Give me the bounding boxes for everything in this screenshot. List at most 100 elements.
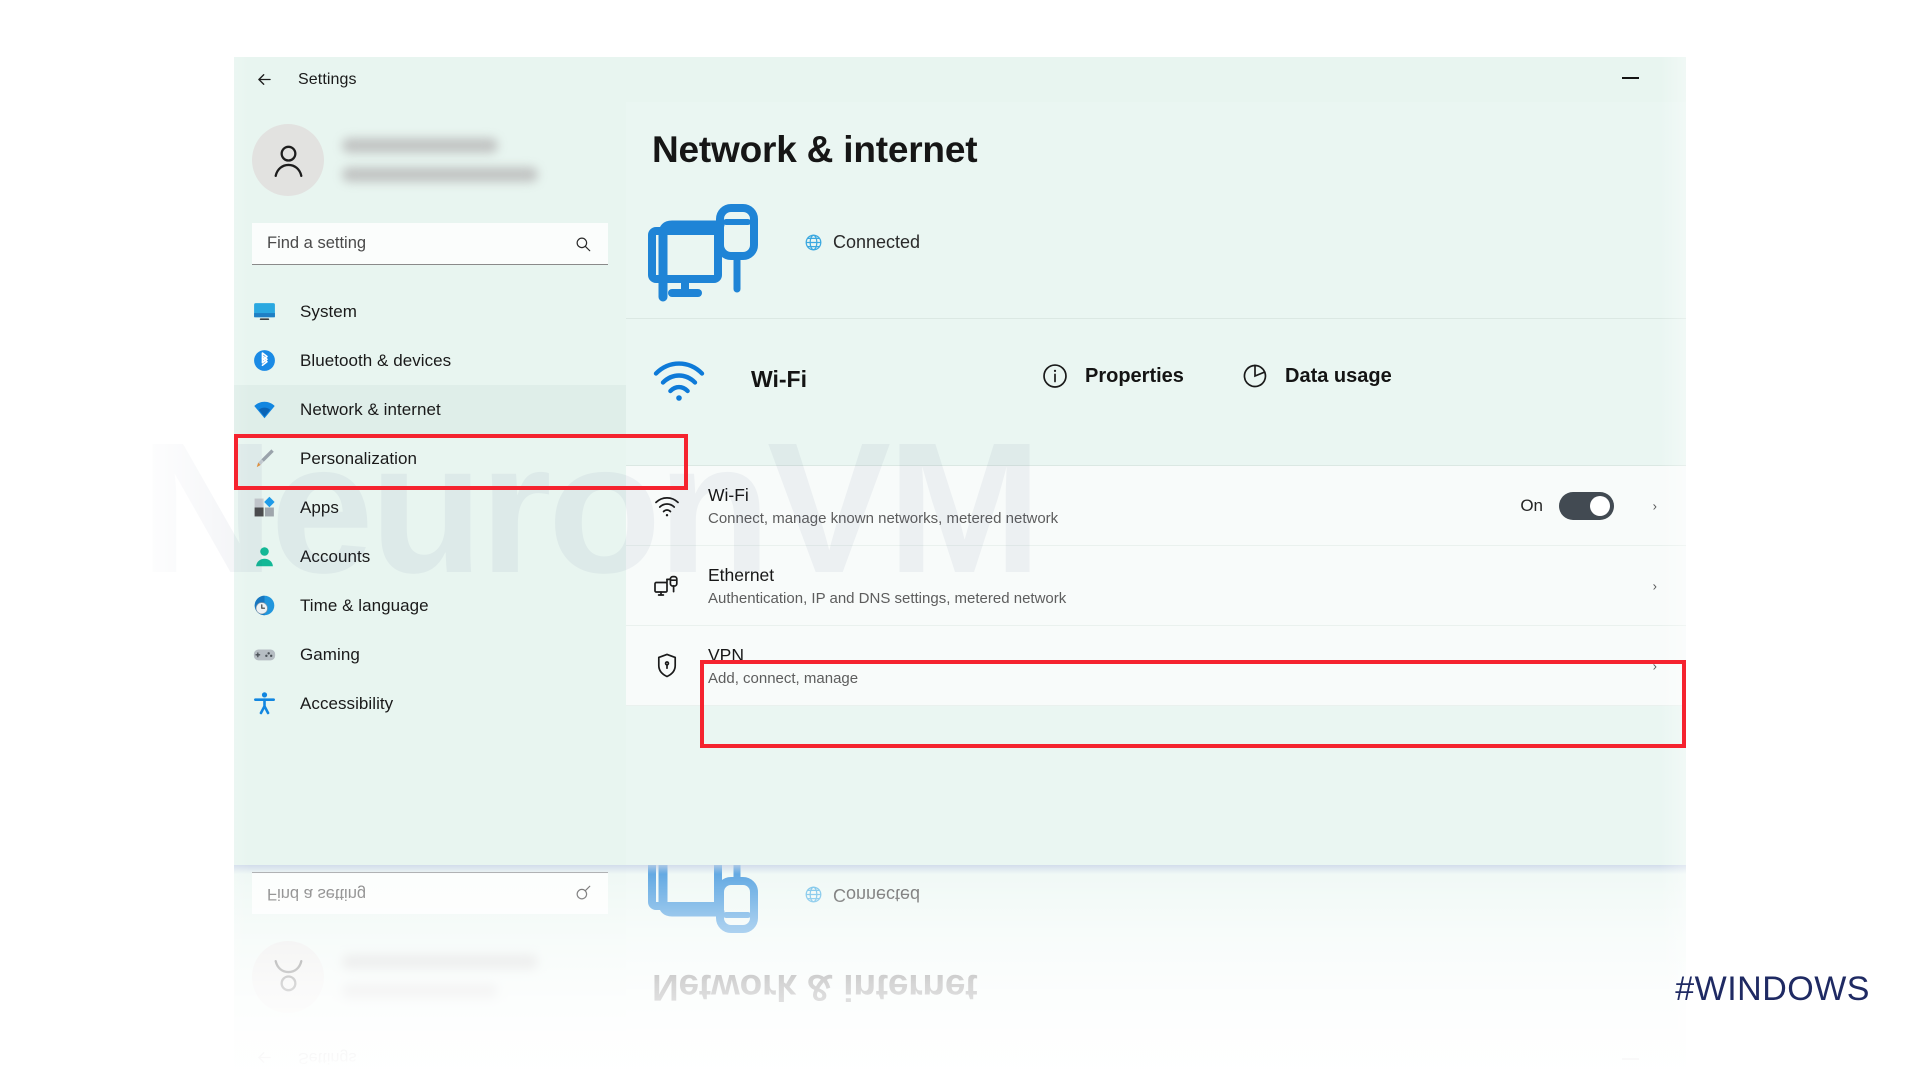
page-title: Network & internet (652, 967, 978, 1008)
gamepad-icon (252, 642, 277, 667)
chevron-right-icon[interactable]: › (1653, 658, 1658, 673)
hashtag-label: #WINDOWS (1675, 970, 1870, 1008)
paintbrush-icon (252, 446, 277, 471)
connection-status-text: Connected (833, 885, 921, 905)
minimize-button[interactable] (1616, 71, 1644, 85)
settings-card-text: Ethernet Authentication, IP and DNS setti… (708, 565, 1066, 607)
sidebar-nav-list: System Bluetooth & devices Network & inter… (234, 287, 626, 728)
search-input[interactable]: Find a setting (252, 223, 608, 265)
window-titlebar: Settings (234, 1035, 1686, 1080)
settings-card-text: Wi-Fi Connect, manage known networks, met… (708, 485, 1058, 527)
settings-content: Network & internet (626, 102, 1686, 865)
quick-action-data-usage[interactable]: Data usage (1241, 362, 1392, 390)
shield-vpn-icon (652, 651, 682, 681)
ethernet-port-icon (652, 571, 682, 601)
settings-sidebar: Find a setting System Bluetooth & devices… (234, 102, 626, 865)
quick-action-properties-label: Properties (1085, 364, 1184, 387)
connection-status: Connected (804, 884, 920, 905)
sidebar-item-accessibility[interactable]: Accessibility (234, 679, 626, 728)
toggle-state-label: On (1520, 495, 1543, 515)
window-reflection-copy: Settings Find a setting Network & intern… (234, 865, 1686, 1080)
sidebar-item-label: Bluetooth & devices (300, 350, 452, 370)
sidebar-item-gaming[interactable]: Gaming (234, 630, 626, 679)
apps-grid-icon (252, 495, 277, 520)
sidebar-item-label: Network & internet (300, 399, 441, 419)
chevron-right-icon[interactable]: › (1653, 498, 1658, 513)
sidebar-item-label: Personalization (300, 448, 417, 468)
window-title: Settings (298, 1049, 357, 1067)
shield-vpn-icon (652, 651, 682, 681)
search-placeholder: Find a setting (267, 234, 367, 252)
settings-card-controls: On (1520, 491, 1614, 520)
wifi-small-icon (652, 491, 682, 521)
wifi-small-icon (652, 491, 682, 521)
globe-icon (804, 233, 823, 252)
search-icon (574, 235, 592, 253)
sidebar-item-label: Accounts (300, 546, 371, 566)
settings-card-wi-fi[interactable]: Wi-Fi Connect, manage known networks, met… (626, 466, 1686, 546)
minimize-button (1616, 1052, 1644, 1066)
network-hero: Connected (626, 865, 1686, 960)
settings-card-title: VPN (708, 644, 744, 665)
search-icon (574, 885, 592, 903)
person-avatar-icon (252, 124, 324, 196)
sidebar-item-label: Gaming (300, 644, 360, 664)
sidebar-item-network-internet[interactable]: Network & internet (234, 385, 626, 434)
wifi-signal-icon (652, 356, 706, 402)
bluetooth-icon (252, 348, 277, 373)
account-section[interactable] (234, 102, 626, 196)
settings-card-text: VPN Add, connect, manage (708, 645, 858, 687)
quick-action-wifi-label: Wi-Fi (751, 365, 807, 392)
connection-status-text: Connected (833, 232, 921, 252)
settings-card-ethernet[interactable]: Ethernet Authentication, IP and DNS setti… (626, 546, 1686, 626)
sidebar-item-label: Accessibility (300, 693, 394, 713)
sidebar-item-bluetooth-devices[interactable]: Bluetooth & devices (234, 336, 626, 385)
accessibility-icon (252, 691, 277, 716)
connection-status: Connected (804, 232, 920, 253)
settings-card-description: Connect, manage known networks, metered … (708, 509, 1059, 527)
sidebar-item-system[interactable]: System (234, 287, 626, 336)
settings-card-description: Add, connect, manage (708, 669, 859, 687)
gamepad-icon (252, 642, 277, 667)
quick-action-wifi[interactable]: Wi-Fi (652, 356, 807, 402)
search-input: Find a setting (252, 872, 608, 914)
sidebar-item-time-language[interactable]: Time & language (234, 581, 626, 630)
page-title: Network & internet (652, 129, 978, 170)
clock-globe-icon (252, 593, 277, 618)
quick-action-properties[interactable]: Properties (1041, 362, 1184, 390)
sidebar-item-accounts[interactable]: Accounts (234, 532, 626, 581)
toggle-knob (1590, 495, 1610, 516)
settings-card-vpn[interactable]: VPN Add, connect, manage › (626, 626, 1686, 706)
info-circle-icon (1041, 362, 1069, 390)
quick-action-data-usage-label: Data usage (1285, 364, 1392, 387)
wifi-icon (252, 397, 277, 422)
ethernet-connection-icon (648, 865, 776, 948)
paintbrush-icon (252, 446, 277, 471)
account-name-redacted (342, 955, 538, 999)
person-icon (252, 544, 277, 569)
account-section (234, 941, 626, 1035)
apps-grid-icon (252, 495, 277, 520)
bluetooth-icon (252, 348, 277, 373)
settings-card-title: Ethernet (708, 564, 775, 585)
chevron-right-icon[interactable]: › (1653, 578, 1658, 593)
ethernet-port-icon (652, 571, 682, 601)
wifi-toggle-switch[interactable] (1559, 491, 1614, 520)
screenshot-stage: Settings Find a setting System Bluetooth… (0, 0, 1920, 1080)
settings-card-list: Wi-Fi Connect, manage known networks, met… (626, 466, 1686, 706)
back-arrow-icon[interactable] (244, 65, 284, 95)
network-hero: Connected (626, 177, 1686, 319)
monitor-icon (252, 299, 277, 324)
settings-card-description: Authentication, IP and DNS settings, met… (708, 589, 1067, 607)
quick-actions-row: Wi-Fi Properties Data usage (626, 319, 1686, 466)
person-icon (252, 544, 277, 569)
sidebar-item-personalization[interactable]: Personalization (234, 434, 626, 483)
monitor-icon (252, 299, 277, 324)
accessibility-icon (252, 691, 277, 716)
sidebar-item-apps[interactable]: Apps (234, 483, 626, 532)
settings-content: Network & internet (626, 865, 1686, 1035)
wifi-icon (252, 397, 277, 422)
pie-chart-icon (1241, 362, 1269, 390)
search-placeholder: Find a setting (267, 885, 367, 903)
clock-globe-icon (252, 593, 277, 618)
